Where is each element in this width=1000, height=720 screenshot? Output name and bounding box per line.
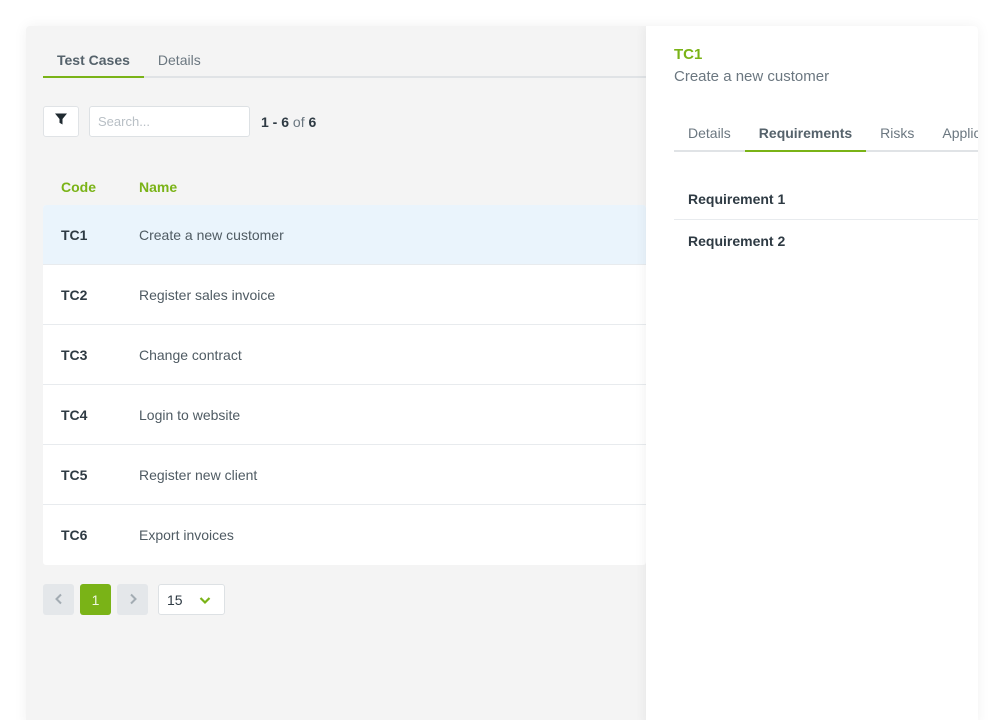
page-size-select[interactable]: 15 bbox=[158, 584, 225, 615]
cell-name: Create a new customer bbox=[139, 226, 284, 243]
table-row[interactable]: TC2 Register sales invoice bbox=[43, 265, 646, 325]
table-row[interactable]: TC3 Change contract bbox=[43, 325, 646, 385]
column-header-name[interactable]: Name bbox=[139, 179, 177, 195]
count-total: 6 bbox=[308, 113, 317, 130]
requirement-item[interactable]: Requirement 2 bbox=[674, 220, 978, 261]
cell-code: TC6 bbox=[61, 527, 88, 543]
tab-test-cases[interactable]: Test Cases bbox=[43, 46, 144, 78]
chevron-right-icon bbox=[128, 592, 138, 608]
table-header: Code Name bbox=[43, 170, 646, 204]
table-row[interactable]: TC5 Register new client bbox=[43, 445, 646, 505]
chevron-left-icon bbox=[54, 592, 64, 608]
chevron-down-icon bbox=[199, 595, 211, 605]
cell-name: Change contract bbox=[139, 346, 242, 363]
cell-name: Register sales invoice bbox=[139, 286, 276, 303]
cell-code: TC4 bbox=[61, 406, 88, 423]
cell-code: TC1 bbox=[61, 226, 88, 243]
detail-tab-requirements[interactable]: Requirements bbox=[744, 119, 867, 152]
detail-tab-risks[interactable]: Risks bbox=[866, 119, 928, 152]
filter-icon bbox=[54, 112, 68, 131]
page-size-value: 15 bbox=[167, 591, 183, 608]
column-header-code[interactable]: Code bbox=[43, 179, 139, 195]
app-window: Test Cases Details 1 - 6 of 6 Code Name … bbox=[26, 26, 978, 720]
table-row[interactable]: TC6 Export invoices bbox=[43, 505, 646, 565]
table-row[interactable]: TC4 Login to website bbox=[43, 385, 646, 445]
count-of: of bbox=[292, 113, 305, 130]
cell-name: Login to website bbox=[139, 406, 241, 423]
search-input[interactable] bbox=[89, 106, 250, 137]
detail-panel: TC1 Create a new customer Details Requir… bbox=[646, 26, 978, 720]
detail-title: Create a new customer bbox=[674, 68, 830, 85]
count-range: 1 - 6 bbox=[261, 113, 290, 130]
detail-tab-details[interactable]: Details bbox=[674, 119, 745, 152]
table-row[interactable]: TC1 Create a new customer bbox=[43, 205, 646, 265]
cell-name: Register new client bbox=[139, 466, 258, 483]
pagination: 1 15 bbox=[43, 584, 225, 615]
cell-code: TC5 bbox=[61, 466, 88, 483]
page-button-current[interactable]: 1 bbox=[80, 584, 111, 615]
detail-tabs: Details Requirements Risks Applic bbox=[674, 119, 978, 152]
cell-code: TC2 bbox=[61, 286, 88, 303]
next-page-button[interactable] bbox=[117, 584, 148, 615]
detail-tab-applications[interactable]: Applic bbox=[928, 119, 978, 152]
requirements-list: Requirement 1 Requirement 2 bbox=[674, 179, 978, 261]
result-count: 1 - 6 of 6 bbox=[261, 114, 316, 130]
requirement-item[interactable]: Requirement 1 bbox=[674, 179, 978, 220]
test-cases-table: TC1 Create a new customer TC2 Register s… bbox=[43, 205, 646, 565]
detail-code: TC1 bbox=[674, 46, 703, 63]
prev-page-button[interactable] bbox=[43, 584, 74, 615]
tab-details[interactable]: Details bbox=[144, 46, 215, 78]
filter-button[interactable] bbox=[43, 106, 79, 137]
cell-code: TC3 bbox=[61, 346, 88, 363]
cell-name: Export invoices bbox=[139, 527, 234, 543]
main-tabs: Test Cases Details bbox=[43, 46, 646, 78]
list-toolbar: 1 - 6 of 6 bbox=[43, 106, 316, 137]
